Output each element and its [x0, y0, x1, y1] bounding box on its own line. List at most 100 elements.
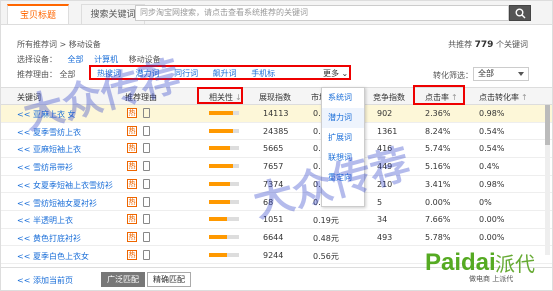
table-row[interactable]: << 亚麻上衣 女 热 14113 0. 902 2.36% 0.98%	[1, 105, 552, 123]
competition-value: 902	[377, 109, 393, 118]
tab-title[interactable]: 宝贝标题	[7, 4, 69, 24]
table-row[interactable]: << 雪纺短袖女夏衬衫热 68 0.0 5 0.00% 0%	[1, 194, 552, 212]
relevance-bar	[209, 128, 239, 133]
ctr-value: 7.66%	[425, 215, 451, 225]
cvr-value: 0.4%	[479, 162, 500, 172]
keyword-link[interactable]: << 亚麻上衣 女	[17, 109, 76, 120]
reason-option-rising[interactable]: 飙升词	[213, 69, 237, 78]
table-row[interactable]: << 亚麻短袖上衣热 5665 0.2 416 5.74% 0.54%	[1, 140, 552, 158]
header-cvr[interactable]: 点击转化率 ↑	[479, 92, 528, 103]
keyword-link[interactable]: << 夏季雪纺上衣	[17, 127, 81, 138]
popup-item[interactable]: 联想词	[322, 148, 364, 168]
highlight-box-relevance	[197, 87, 243, 104]
popup-item[interactable]: 扩展词	[322, 128, 364, 148]
competition-value: 5	[377, 197, 383, 207]
impressions-value: 7657	[263, 162, 284, 172]
reason-option-mobile[interactable]: 手机标	[251, 69, 275, 78]
reason-popup: 系统词 潜力词 扩展词 联想词 重定向	[321, 87, 365, 207]
relevance-bar	[209, 252, 239, 257]
competition-value: 210	[377, 179, 393, 189]
keyword-link[interactable]: << 亚麻短袖上衣	[17, 144, 81, 155]
paidai-logo-cn: 派代	[495, 252, 535, 276]
phone-icon	[143, 249, 150, 260]
ctr-value: 2.36%	[425, 109, 451, 118]
phone-icon	[143, 178, 150, 189]
competition-value: 34	[377, 215, 388, 225]
chevron-down-icon: ⌄	[341, 69, 349, 78]
table-row[interactable]: << 雪纺吊带衫热 7657 0.4 449 5.16% 0.4%	[1, 158, 552, 176]
relevance-bar	[209, 181, 239, 186]
keyword-link[interactable]: << 夏季白色上衣女	[17, 251, 89, 262]
cvr-value: 0.98%	[479, 179, 505, 189]
broad-match-button[interactable]: 广泛匹配	[101, 272, 145, 287]
ctr-value: 5.16%	[425, 162, 451, 172]
market-value: 0.19元	[313, 216, 339, 226]
header-competition[interactable]: 竞争指数	[373, 92, 405, 103]
search-button[interactable]	[509, 5, 531, 21]
keyword-link[interactable]: << 半透明上衣	[17, 215, 73, 226]
cvr-value: 0.00%	[479, 215, 505, 225]
relevance-bar	[209, 111, 239, 115]
reason-badge: 热	[127, 161, 137, 172]
phone-icon	[143, 108, 150, 118]
device-filter: 选择设备： 全部 计算机 移动设备	[17, 54, 169, 65]
impressions-value: 7374	[263, 179, 284, 189]
table-row[interactable]: << 夏季雪纺上衣热 24385 0.5 1361 8.24% 0.54%	[1, 123, 552, 141]
table-row[interactable]: << 半透明上衣 热 1051 0.19元 34 7.66% 0.00%	[1, 211, 552, 229]
device-option-all[interactable]: 全部	[68, 55, 84, 64]
cvr-value: 0.54%	[479, 126, 505, 136]
highlight-box-ctr	[413, 85, 465, 105]
add-page-link[interactable]: << 添加当前页	[17, 275, 73, 286]
search-input[interactable]: 同步淘宝网搜索，请点击查看系统推荐的关键词	[135, 5, 509, 21]
relevance-bar	[209, 234, 239, 239]
header-keyword: 关键词	[17, 93, 41, 102]
impressions-value: 9244	[263, 250, 284, 260]
device-option-mobile[interactable]: 移动设备	[129, 55, 161, 64]
device-filter-label: 选择设备：	[17, 55, 57, 64]
scrollbar-thumb[interactable]	[545, 105, 550, 145]
keyword-link[interactable]: << 雪纺短袖女夏衬衫	[17, 198, 97, 209]
top-bar: 宝贝标题 搜索关键词 同步淘宝网搜索，请点击查看系统推荐的关键词	[1, 1, 552, 25]
popup-item[interactable]: 重定向	[322, 168, 364, 188]
competition-value: 416	[377, 144, 393, 154]
keyword-link[interactable]: << 女夏季短袖上衣雪纺衫	[17, 180, 113, 191]
reason-option-peer[interactable]: 同行词	[174, 69, 198, 78]
reason-option-all[interactable]: 全部	[60, 70, 76, 79]
phone-icon	[143, 161, 150, 172]
table-row[interactable]: << 黄色打底衬衫 热 6644 0.48元 493 5.78% 0.00%	[1, 229, 552, 247]
paidai-slogan: 做电商 上派代	[469, 275, 514, 283]
impressions-value: 1051	[263, 215, 284, 225]
relevance-bar	[209, 199, 239, 204]
impressions-value: 14113	[263, 109, 289, 118]
popup-item[interactable]: 潜力词	[322, 108, 364, 128]
reason-badge: 热	[127, 249, 137, 260]
impressions-value: 5665	[263, 144, 284, 154]
impressions-value: 6644	[263, 232, 284, 242]
app-window: 宝贝标题 搜索关键词 同步淘宝网搜索，请点击查看系统推荐的关键词 所有推荐词 >…	[0, 0, 553, 291]
paidai-logo: Paidai	[425, 249, 496, 276]
header-impressions[interactable]: 展现指数	[259, 92, 291, 103]
phone-icon	[143, 196, 150, 207]
table-header: 关键词 推荐理由 相关性 ↓ 展现指数 市场 竞争指数 点击率 ↑ 点击转化率 ↑	[1, 87, 552, 105]
popup-item[interactable]: 系统词	[322, 88, 364, 108]
scrollbar[interactable]	[545, 105, 550, 255]
sort-icon: ↑	[521, 93, 528, 102]
keyword-link[interactable]: << 黄色打底衬衫	[17, 233, 81, 244]
reason-badge: 热	[127, 108, 137, 118]
ctr-value: 3.41%	[425, 179, 451, 189]
competition-value: 493	[377, 232, 393, 242]
reason-badge: 热	[127, 214, 137, 225]
conversion-filter-select[interactable]: 全部	[473, 67, 529, 81]
keyword-link[interactable]: << 雪纺吊带衫	[17, 162, 73, 173]
device-option-computer[interactable]: 计算机	[94, 55, 118, 64]
reason-badge: 热	[127, 143, 137, 154]
reason-option-potential[interactable]: 潜力词	[136, 69, 160, 78]
relevance-bar	[209, 217, 239, 222]
reason-badge: 热	[127, 231, 137, 242]
cvr-value: 0.54%	[479, 144, 505, 154]
competition-value: 1361	[377, 126, 398, 136]
more-button[interactable]: 更多 ⌄	[323, 68, 348, 79]
reason-option-hot[interactable]: 热搜词	[97, 69, 121, 78]
exact-match-button[interactable]: 精确匹配	[147, 272, 191, 287]
table-row[interactable]: << 女夏季短袖上衣雪纺衫热 7374 0.2 210 3.41% 0.98%	[1, 176, 552, 194]
